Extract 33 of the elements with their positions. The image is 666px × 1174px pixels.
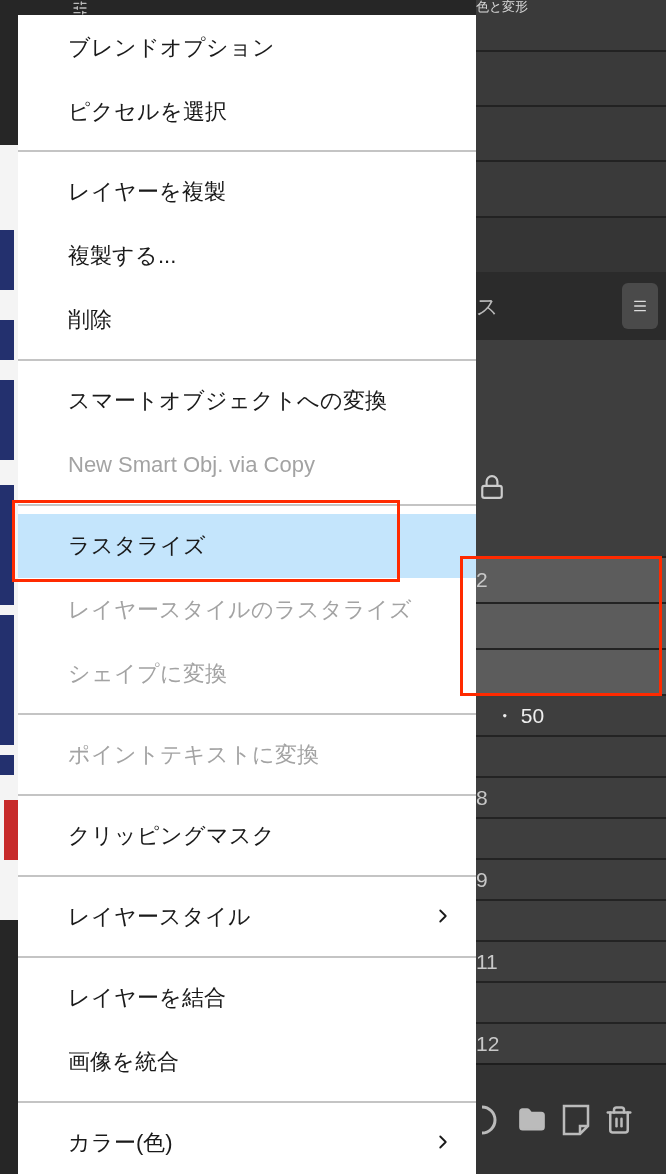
menu-button[interactable] (622, 283, 658, 329)
layer-row[interactable]: 8 (476, 776, 666, 817)
menu-item[interactable]: ラスタライズ (18, 513, 476, 578)
lock-icon[interactable] (479, 472, 505, 502)
trash-icon[interactable] (604, 1103, 634, 1136)
layer-row[interactable]: 9 (476, 858, 666, 899)
layer-row[interactable]: 12 (476, 1022, 666, 1063)
menu-item[interactable]: カラー(色) (18, 1110, 476, 1174)
layer-row[interactable]: ・ 50 (476, 694, 666, 735)
menu-item[interactable]: クリッピングマスク (18, 803, 476, 868)
menu-item[interactable]: 削除 (18, 287, 476, 352)
panel-title: ス (476, 292, 499, 321)
layer-name: 11 (476, 948, 498, 975)
layer-name: 12 (476, 1030, 500, 1057)
layer-row[interactable]: 2 (476, 556, 666, 602)
menu-item[interactable]: 複製する... (18, 223, 476, 288)
layer-name: 8 (476, 784, 488, 811)
menu-item[interactable]: 画像を統合 (18, 1029, 476, 1094)
new-page-icon[interactable] (562, 1103, 590, 1136)
menu-item[interactable]: ピクセルを選択 (18, 79, 476, 143)
menu-item[interactable]: レイヤーを複製 (18, 159, 476, 224)
menu-item[interactable]: ブレンドオプション (18, 15, 476, 79)
layer-name: 9 (476, 866, 488, 893)
menu-item[interactable]: スマートオブジェクトへの変換 (18, 368, 476, 433)
panel-title: 色と変形 (476, 0, 528, 14)
layer-name: ・ 50 (494, 702, 545, 729)
layer-row[interactable] (476, 648, 666, 694)
menu-icon (632, 298, 648, 314)
layer-row[interactable]: 11 (476, 940, 666, 981)
menu-item[interactable]: レイヤーを結合 (18, 965, 476, 1030)
layer-name: 2 (476, 567, 488, 594)
folder-icon[interactable] (516, 1105, 548, 1134)
menu-item[interactable]: レイヤースタイル (18, 884, 476, 949)
